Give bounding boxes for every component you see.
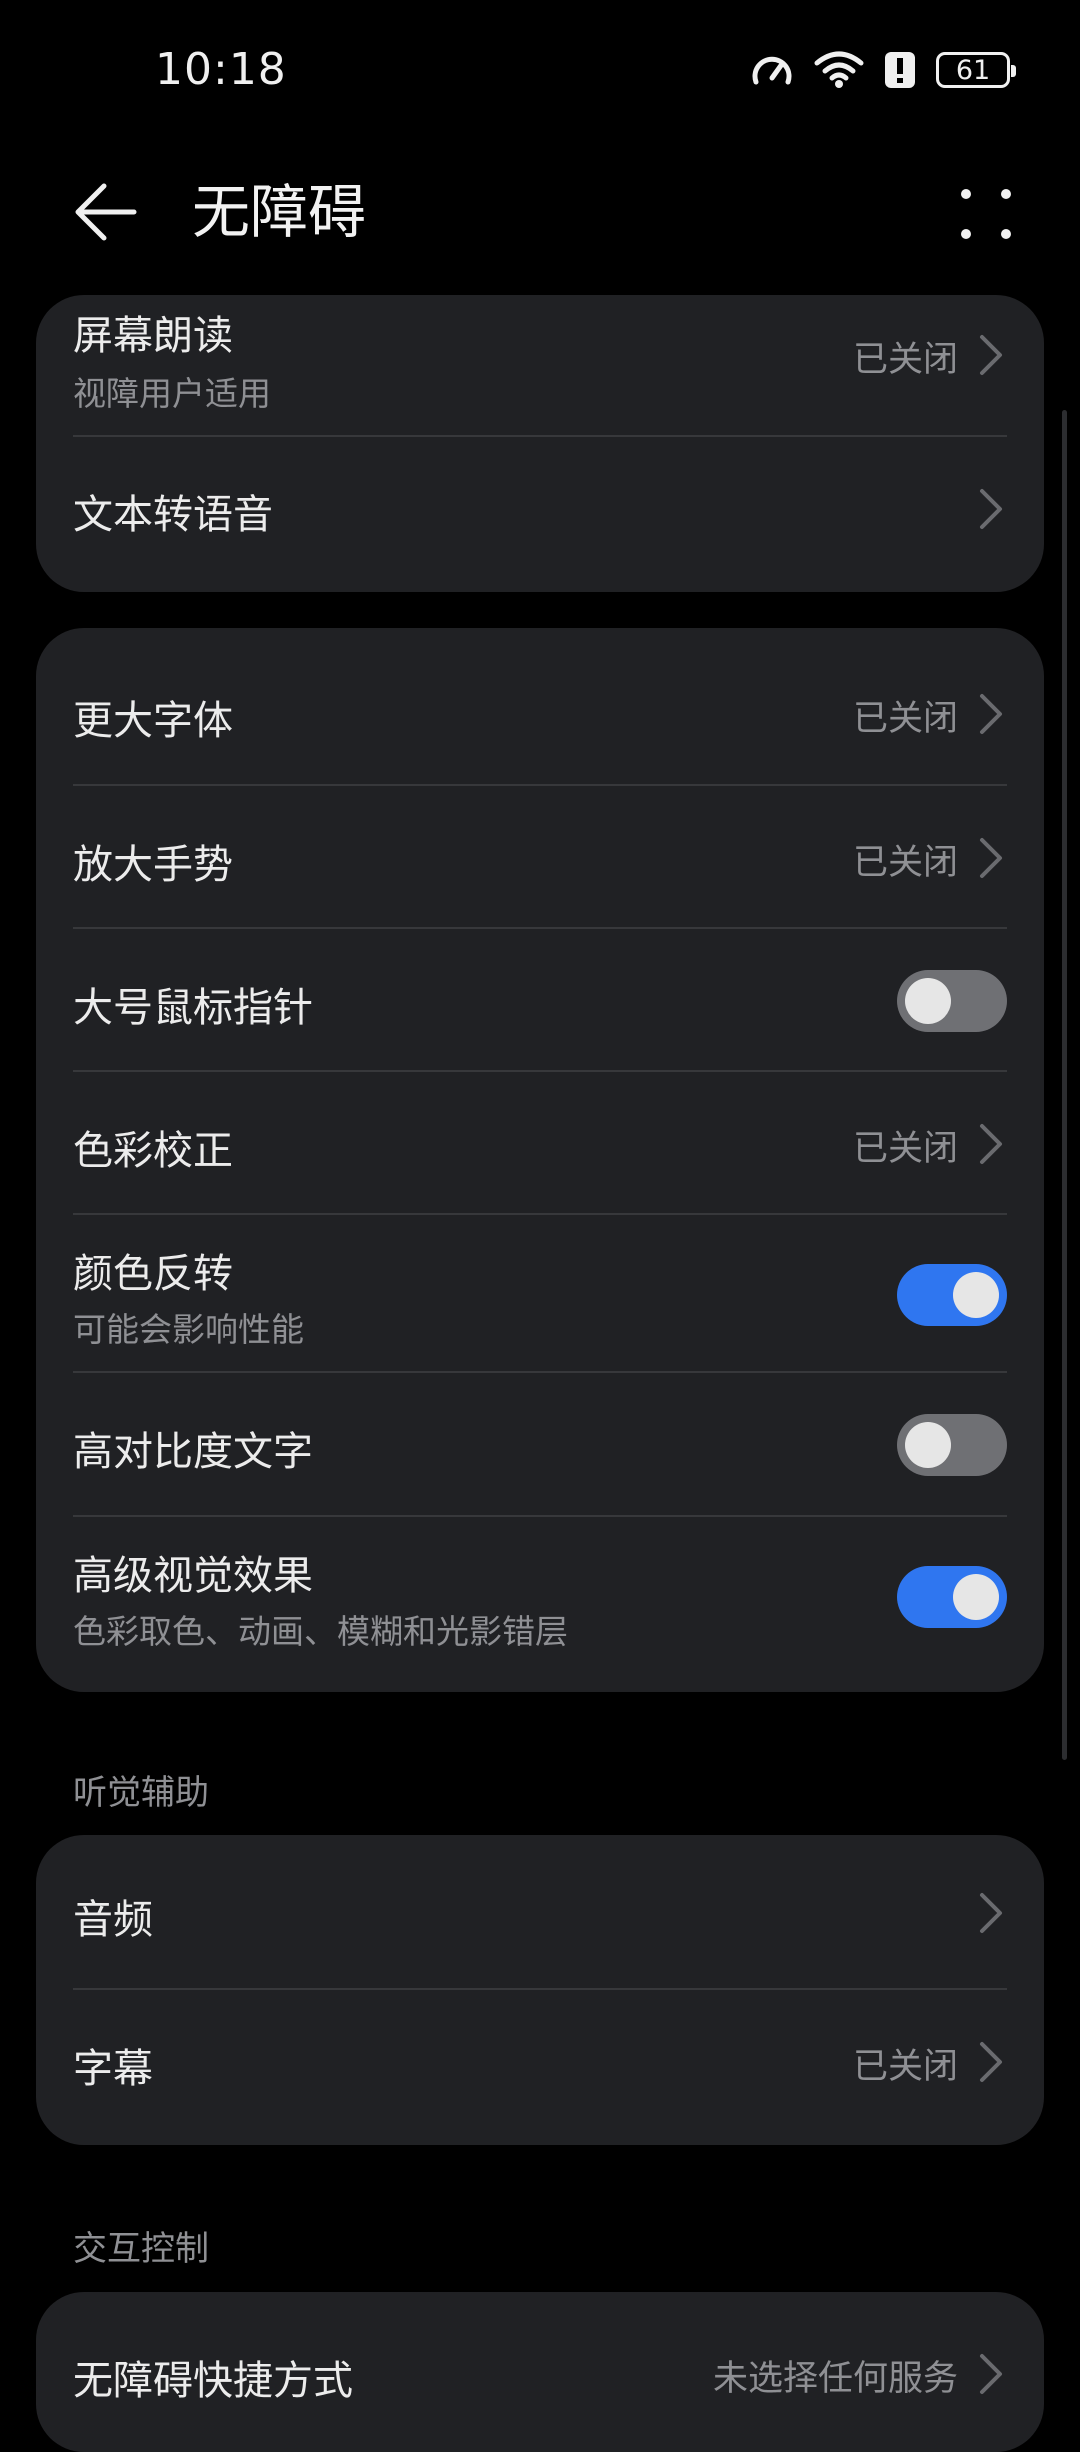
item-status: 已关闭	[852, 1129, 958, 1169]
chevron-right-icon	[980, 838, 1002, 878]
list-item-screen-reader[interactable]: 屏幕朗读 视障用户适用 已关闭	[36, 295, 1044, 437]
large-pointer-toggle[interactable]	[897, 970, 1007, 1032]
list-item-high-contrast-text: 高对比度文字	[36, 1373, 1044, 1517]
item-status: 已关闭	[852, 843, 958, 883]
battery-level: 61	[955, 54, 991, 86]
status-bar: 10:18 61	[0, 0, 1080, 140]
item-title: 文本转语音	[73, 492, 273, 538]
color-inversion-toggle[interactable]	[897, 1264, 1007, 1326]
list-item-larger-font[interactable]: 更大字体 已关闭	[36, 628, 1044, 786]
list-item-captions[interactable]: 字幕 已关闭	[36, 1990, 1044, 2145]
alert-icon	[884, 50, 916, 90]
scrollbar[interactable]	[1062, 410, 1067, 1760]
item-title: 高级视觉效果	[73, 1553, 313, 1599]
list-item-accessibility-shortcut[interactable]: 无障碍快捷方式 未选择任何服务	[36, 2292, 1044, 2452]
item-status: 未选择任何服务	[712, 2359, 958, 2399]
list-item-audio[interactable]: 音频	[36, 1835, 1044, 1990]
chevron-right-icon	[980, 1124, 1002, 1164]
list-item-color-correction[interactable]: 色彩校正 已关闭	[36, 1072, 1044, 1215]
item-subtitle: 可能会影响性能	[73, 1310, 304, 1349]
advanced-visual-toggle[interactable]	[897, 1566, 1007, 1628]
item-title: 音频	[73, 1897, 153, 1943]
item-title: 字幕	[73, 2046, 153, 2092]
back-arrow-icon	[75, 183, 137, 241]
item-title: 放大手势	[73, 842, 233, 888]
list-item-advanced-visual-effects: 高级视觉效果 色彩取色、动画、模糊和光影错层	[36, 1517, 1044, 1687]
high-contrast-toggle[interactable]	[897, 1414, 1007, 1476]
status-time: 10:18	[155, 44, 287, 95]
list-item-color-inversion: 颜色反转 可能会影响性能	[36, 1215, 1044, 1373]
item-status: 已关闭	[852, 2047, 958, 2087]
more-options-button[interactable]	[950, 178, 1022, 250]
chevron-right-icon	[980, 2042, 1002, 2082]
chevron-right-icon	[980, 694, 1002, 734]
page-title: 无障碍	[192, 178, 367, 246]
item-status: 已关闭	[852, 340, 958, 380]
hearing-card: 音频 字幕 已关闭	[36, 1835, 1044, 2145]
interaction-card: 无障碍快捷方式 未选择任何服务	[36, 2292, 1044, 2452]
chevron-right-icon	[980, 2354, 1002, 2394]
item-title: 屏幕朗读	[73, 313, 233, 359]
back-button[interactable]	[70, 176, 142, 248]
item-subtitle: 视障用户适用	[73, 374, 271, 413]
toggle-knob	[953, 1574, 999, 1620]
toggle-knob	[905, 978, 951, 1024]
list-item-large-pointer: 大号鼠标指针	[36, 929, 1044, 1072]
item-title: 颜色反转	[73, 1251, 233, 1297]
item-title: 高对比度文字	[73, 1429, 313, 1475]
list-item-magnify-gesture[interactable]: 放大手势 已关闭	[36, 786, 1044, 929]
item-title: 大号鼠标指针	[73, 985, 313, 1031]
display-card: 更大字体 已关闭 放大手势 已关闭 大号鼠标指针 色彩校正 已关闭 颜色反转 可…	[36, 628, 1044, 1692]
item-title: 更大字体	[73, 698, 233, 744]
toggle-knob	[905, 1422, 951, 1468]
chevron-right-icon	[980, 1893, 1002, 1933]
battery-icon: 61	[936, 52, 1016, 88]
app-bar: 无障碍	[0, 150, 1080, 275]
item-subtitle: 色彩取色、动画、模糊和光影错层	[73, 1612, 568, 1651]
wifi-icon	[814, 51, 864, 89]
section-label-interaction: 交互控制	[73, 2229, 209, 2269]
list-item-text-to-speech[interactable]: 文本转语音	[36, 437, 1044, 592]
item-title: 色彩校正	[73, 1128, 233, 1174]
toggle-knob	[953, 1272, 999, 1318]
item-title: 无障碍快捷方式	[73, 2358, 353, 2404]
speed-meter-icon	[750, 50, 794, 90]
vision-card: 屏幕朗读 视障用户适用 已关闭 文本转语音	[36, 295, 1044, 592]
chevron-right-icon	[980, 335, 1002, 375]
status-icons: 61	[750, 50, 1016, 90]
item-status: 已关闭	[852, 699, 958, 739]
section-label-hearing: 听觉辅助	[73, 1773, 209, 1813]
chevron-right-icon	[980, 489, 1002, 529]
more-dots-icon	[961, 189, 1011, 239]
